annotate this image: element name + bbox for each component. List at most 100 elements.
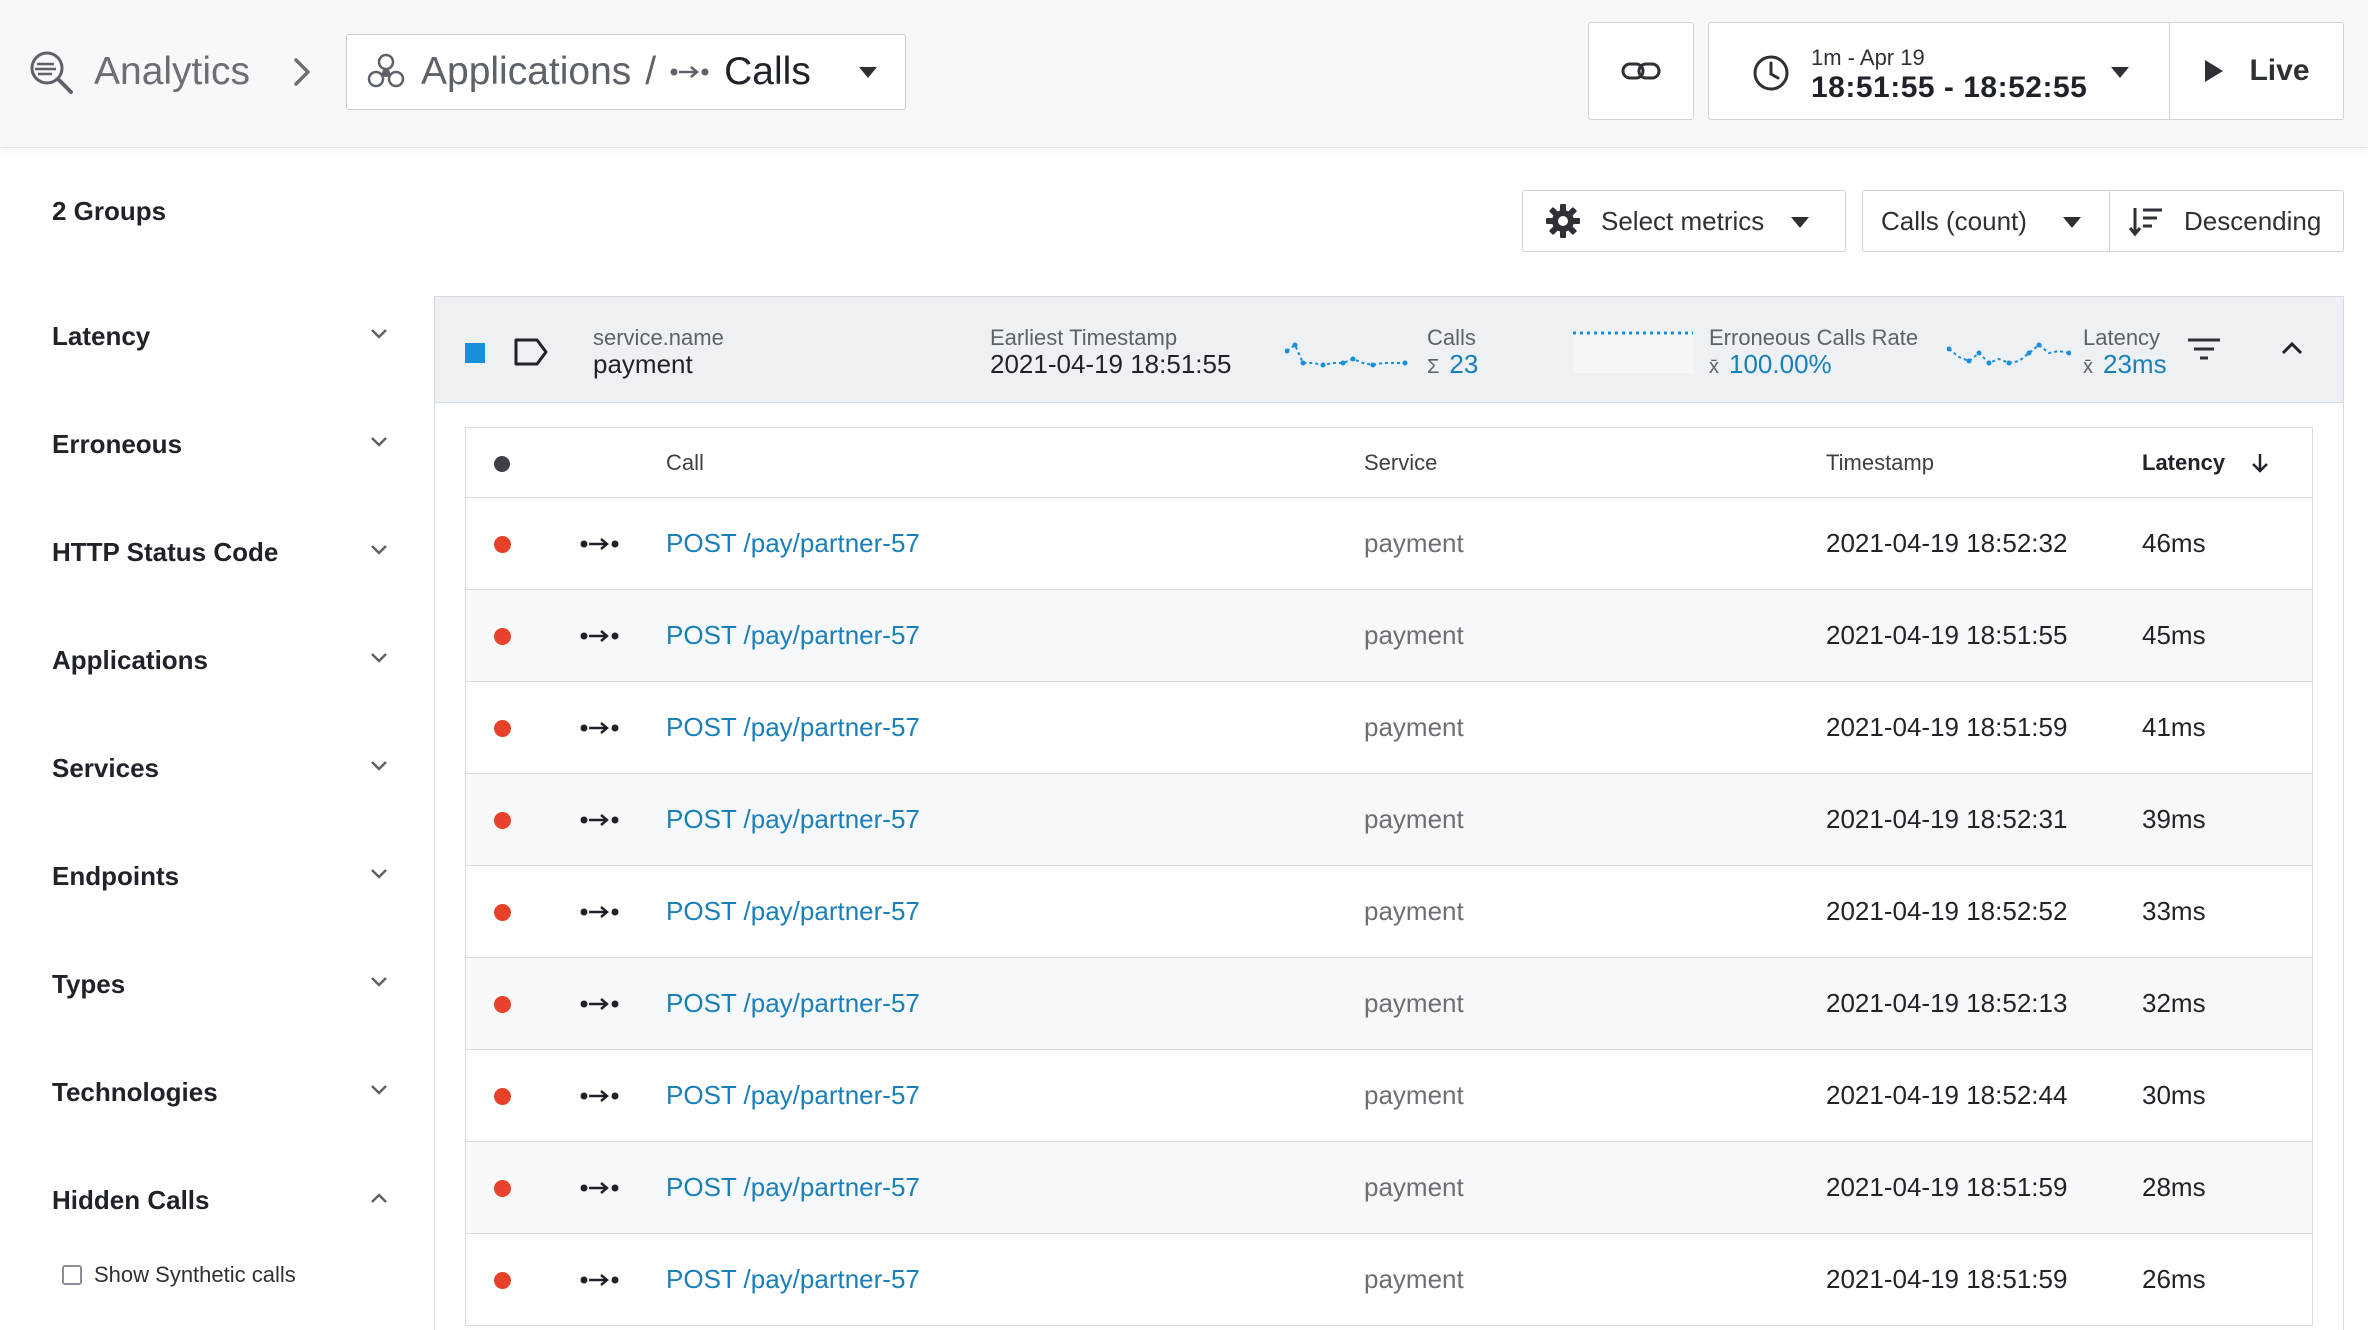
call-link[interactable]: POST /pay/partner-57 [666,528,920,559]
erroneous-rate-mean: 100.00% [1729,349,1832,379]
call-arrow-icon [670,66,709,78]
group-header[interactable]: service.name payment Earliest Timestamp … [435,297,2343,403]
call-arrow-icon [580,906,619,918]
column-call[interactable]: Call [666,450,704,476]
call-link[interactable]: POST /pay/partner-57 [666,1172,920,1203]
table-row[interactable]: POST /pay/partner-57 payment 2021-04-19 … [466,590,2312,682]
show-synthetic-calls-option[interactable]: Show Synthetic calls [62,1262,296,1288]
mean-symbol: x̄ [1709,356,1719,378]
table-row[interactable]: POST /pay/partner-57 payment 2021-04-19 … [466,774,2312,866]
call-arrow-icon [580,1274,619,1286]
call-arrow-icon [580,1090,619,1102]
context-selector[interactable]: Applications / Calls [346,34,906,110]
call-link[interactable]: POST /pay/partner-57 [666,896,920,927]
chevron-down-icon [371,977,387,987]
table-row[interactable]: POST /pay/partner-57 payment 2021-04-19 … [466,498,2312,590]
chevron-down-icon [371,437,387,447]
table-row[interactable]: POST /pay/partner-57 payment 2021-04-19 … [466,958,2312,1050]
show-synthetic-calls-checkbox[interactable] [62,1265,82,1285]
calls-label: Calls [724,50,811,93]
filter-label: Services [52,752,159,783]
table-row[interactable]: POST /pay/partner-57 payment 2021-04-19 … [466,1050,2312,1142]
filter-label: Hidden Calls [52,1184,210,1215]
service-cell: payment [1364,1172,1464,1202]
error-status-dot [494,1180,511,1197]
applications-label: Applications [421,50,632,93]
filter-types[interactable]: Types [52,964,392,1004]
filter-erroneous[interactable]: Erroneous [52,424,392,464]
sort-order-button[interactable]: Descending [2110,190,2344,252]
time-range-label: 1m - Apr 19 [1811,45,1925,70]
error-status-dot [494,720,511,737]
latency-cell: 28ms [2142,1172,2206,1202]
service-cell: payment [1364,804,1464,834]
filter-applications[interactable]: Applications [52,640,392,680]
call-arrow-icon [580,814,619,826]
table-row[interactable]: POST /pay/partner-57 payment 2021-04-19 … [466,1234,2312,1326]
sort-order-label: Descending [2184,205,2322,236]
call-link[interactable]: POST /pay/partner-57 [666,1080,920,1111]
chevron-down-icon [371,545,387,555]
timestamp-cell: 2021-04-19 18:51:55 [1826,620,2068,650]
call-arrow-icon [580,998,619,1010]
filter-label: Latency [52,320,151,351]
gear-icon [1546,204,1580,238]
table-row[interactable]: POST /pay/partner-57 payment 2021-04-19 … [466,682,2312,774]
analytics-brand[interactable]: Analytics [26,42,250,102]
filter-services[interactable]: Services [52,748,392,788]
top-bar: Analytics Applications / Calls 1m - Apr … [0,0,2368,148]
calls-metric-label: Calls [1427,325,1476,350]
call-arrow-icon [580,538,619,550]
filter-label: Technologies [52,1076,218,1107]
filter-technologies[interactable]: Technologies [52,1072,392,1112]
chevron-up-icon[interactable] [2281,341,2303,355]
live-button[interactable]: Live [2170,22,2344,120]
table-row[interactable]: POST /pay/partner-57 payment 2021-04-19 … [466,866,2312,958]
sort-metric-select[interactable]: Calls (count) [1862,190,2110,252]
latency-mean: 23ms [2103,349,2167,379]
latency-cell: 41ms [2142,712,2206,742]
time-range-picker[interactable]: 1m - Apr 19 18:51:55 - 18:52:55 [1708,22,2170,120]
filter-endpoints[interactable]: Endpoints [52,856,392,896]
call-link[interactable]: POST /pay/partner-57 [666,988,920,1019]
groups-count: 2 Groups [52,196,167,226]
filter-latency[interactable]: Latency [52,316,392,356]
filter-http-status-code[interactable]: HTTP Status Code [52,532,392,572]
erroneous-rate-label: Erroneous Calls Rate [1709,325,1919,350]
group-panel: service.name payment Earliest Timestamp … [434,296,2344,1330]
group-value: payment [593,349,693,379]
chevron-down-icon [371,653,387,663]
timestamp-cell: 2021-04-19 18:51:59 [1826,1264,2068,1294]
call-link[interactable]: POST /pay/partner-57 [666,1264,920,1295]
copy-link-button[interactable] [1588,22,1694,120]
select-metrics-button[interactable]: Select metrics [1522,190,1846,252]
tag-icon [514,338,548,366]
column-service[interactable]: Service [1364,450,1437,476]
filter-icon[interactable] [2187,335,2221,363]
timestamp-cell: 2021-04-19 18:51:59 [1826,712,2068,742]
filter-hidden-calls[interactable]: Hidden Calls [52,1180,392,1220]
earliest-timestamp-value: 2021-04-19 18:51:55 [990,349,1232,379]
latency-sparkline [1947,342,2071,366]
latency-metric-label: Latency [2083,325,2161,350]
chevron-down-icon [371,869,387,879]
chevron-down-icon [371,1085,387,1095]
column-latency[interactable]: Latency [2142,450,2225,476]
latency-cell: 39ms [2142,804,2206,834]
table-row[interactable]: POST /pay/partner-57 payment 2021-04-19 … [466,1142,2312,1234]
call-link[interactable]: POST /pay/partner-57 [666,804,920,835]
earliest-timestamp-label: Earliest Timestamp [990,325,1178,350]
call-link[interactable]: POST /pay/partner-57 [666,620,920,651]
call-link[interactable]: POST /pay/partner-57 [666,712,920,743]
column-timestamp[interactable]: Timestamp [1826,450,1934,476]
group-color-swatch [465,343,485,363]
caret-down-icon [1791,217,1809,228]
sum-symbol: Σ [1427,356,1440,378]
mean-symbol: x̄ [2083,356,2093,378]
call-arrow-icon [580,1182,619,1194]
service-cell: payment [1364,712,1464,742]
chevron-down-icon [371,761,387,771]
show-synthetic-calls-label: Show Synthetic calls [94,1262,296,1287]
analytics-magnifier-icon [30,51,73,94]
play-icon [2205,60,2224,82]
